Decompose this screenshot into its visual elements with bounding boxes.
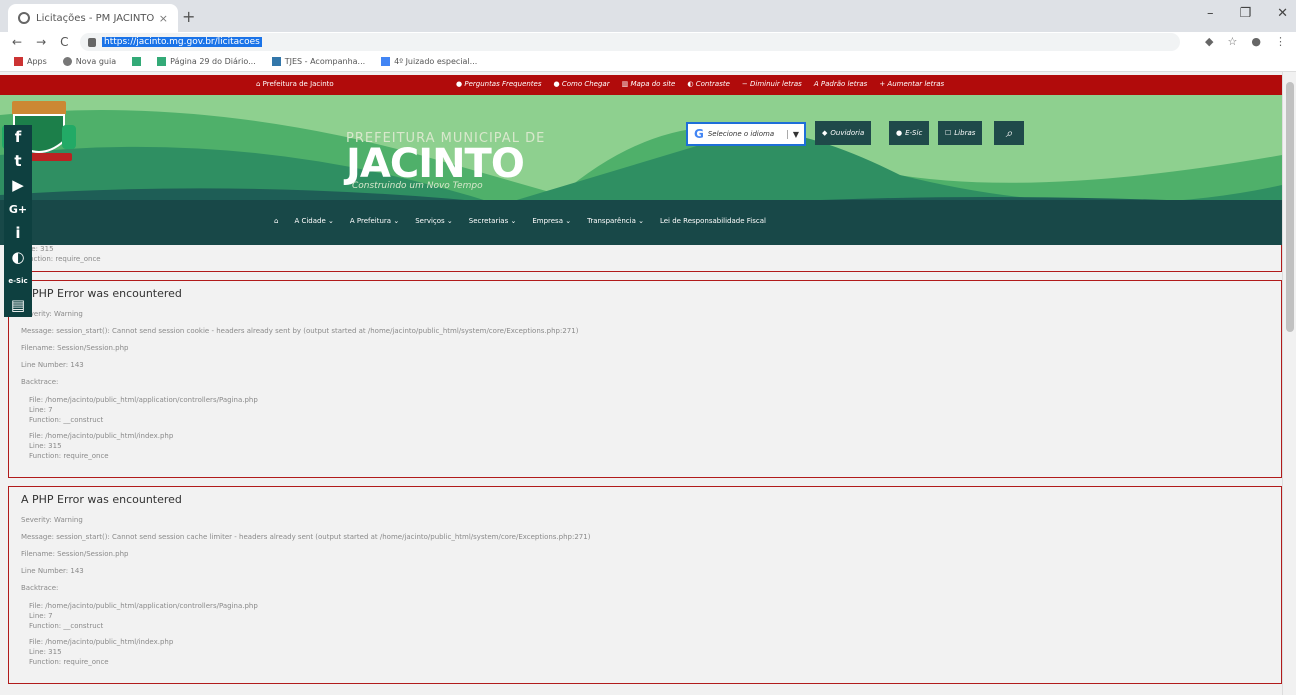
new-tab-button[interactable]: +: [182, 7, 195, 26]
site-slogan: Construindo um Novo Tempo: [352, 181, 483, 191]
backtrace-entry: File: /home/jacinto/public_html/index.ph…: [29, 638, 174, 666]
maximize-button[interactable]: ❐: [1239, 6, 1251, 21]
page-scrollbar[interactable]: [1282, 72, 1296, 695]
bookmark-nova-guia[interactable]: Nova guia: [62, 57, 116, 66]
error-line: Line Number: 143: [21, 567, 84, 575]
address-bar-row: ← → C https://jacinto.mg.gov.br/licitaco…: [0, 32, 1296, 52]
backtrace-entry: File: /home/jacinto/public_html/index.ph…: [29, 432, 174, 460]
menu-servicos[interactable]: Serviços ⌄: [415, 217, 453, 225]
error-backtrace-label: Backtrace:: [21, 378, 59, 386]
prefeitura-link[interactable]: ⌂ Prefeitura de Jacinto: [256, 80, 334, 88]
ouvidoria-icon[interactable]: ◐: [4, 245, 32, 269]
backtrace-entry: File: /home/jacinto/public_html/applicat…: [29, 396, 258, 424]
error-box-partial: Line: 315 Function: require_once: [8, 245, 1282, 272]
info-icon[interactable]: i: [4, 221, 32, 245]
browser-tab[interactable]: Licitações - PM JACINTO ×: [8, 4, 178, 32]
search-button[interactable]: ⌕: [994, 121, 1024, 145]
menu-empresa[interactable]: Empresa ⌄: [532, 217, 571, 225]
google-icon: [381, 57, 391, 66]
link-aumentar[interactable]: + Aumentar letras: [879, 80, 944, 88]
esic-button[interactable]: ● E-Sic: [889, 121, 930, 145]
menu-a-prefeitura[interactable]: A Prefeitura ⌄: [350, 217, 399, 225]
bookmark-icon: [157, 57, 167, 66]
url-text[interactable]: https://jacinto.mg.gov.br/licitacoes: [102, 37, 262, 47]
tab-title: Licitações - PM JACINTO: [36, 12, 155, 24]
error-message: Message: session_start(): Cannot send se…: [21, 533, 591, 541]
link-faq[interactable]: ● Perguntas Frequentes: [456, 80, 542, 88]
bookmark-diario[interactable]: Página 29 do Diário...: [157, 57, 256, 66]
apps-icon: [14, 57, 23, 66]
bookmark-apps[interactable]: Apps: [14, 57, 47, 66]
language-select[interactable]: G Selecione o idioma ▼: [686, 122, 806, 146]
trace-line: Line: 315: [21, 245, 54, 253]
bookmarks-bar: Apps Nova guia Página 29 do Diário... TJ…: [0, 52, 1296, 72]
omnibox[interactable]: https://jacinto.mg.gov.br/licitacoes: [80, 33, 1180, 51]
extension-icon[interactable]: ◆: [1205, 35, 1213, 48]
menu-dots-icon[interactable]: ⋮: [1275, 35, 1286, 48]
twitter-icon[interactable]: t: [4, 149, 32, 173]
tab-close-button[interactable]: ×: [159, 12, 168, 25]
globe-icon: [62, 57, 72, 66]
chevron-down-icon: ▼: [786, 129, 804, 139]
site-topbar: ⌂ Prefeitura de Jacinto ● Perguntas Freq…: [0, 75, 1282, 95]
link-diminuir[interactable]: − Diminuir letras: [742, 80, 802, 88]
facebook-icon[interactable]: f: [4, 125, 32, 149]
php-error-box: A PHP Error was encountered Severity: Wa…: [8, 280, 1282, 478]
lock-icon: [88, 37, 96, 47]
ouvidoria-button[interactable]: ◆ Ouvidoria: [815, 121, 872, 145]
megaphone-icon: ◆: [822, 129, 828, 137]
menu-a-cidade[interactable]: A Cidade ⌄: [294, 217, 333, 225]
scrollbar-thumb[interactable]: [1286, 82, 1294, 332]
info-icon: ●: [896, 129, 903, 137]
hand-icon: ☐: [945, 129, 952, 137]
globe-icon: [18, 12, 30, 24]
menu-transparencia[interactable]: Transparência ⌄: [587, 217, 644, 225]
error-severity: Severity: Warning: [21, 310, 83, 318]
menu-secretarias[interactable]: Secretarias ⌄: [469, 217, 517, 225]
bookmark-icon: [132, 57, 142, 66]
menu-lrf[interactable]: Lei de Responsabilidade Fiscal: [660, 217, 766, 225]
star-icon[interactable]: ☆: [1228, 35, 1238, 48]
bookmark-juizado[interactable]: 4º Juizado especial...: [381, 57, 477, 66]
php-error-box: A PHP Error was encountered Severity: Wa…: [8, 486, 1282, 684]
google-plus-icon[interactable]: G+: [4, 197, 32, 221]
trace-function: Function: require_once: [21, 255, 101, 263]
minimize-button[interactable]: –: [1207, 6, 1214, 21]
document-icon[interactable]: ▤: [4, 293, 32, 317]
error-message: Message: session_start(): Cannot send se…: [21, 327, 579, 335]
home-icon[interactable]: ⌂: [274, 217, 278, 225]
error-title: A PHP Error was encountered: [21, 287, 182, 300]
link-contraste[interactable]: ◐ Contraste: [687, 80, 730, 88]
search-icon: ⌕: [1005, 125, 1013, 140]
error-filename: Filename: Session/Session.php: [21, 550, 129, 558]
bookmark-icon: [271, 57, 281, 66]
error-title: A PHP Error was encountered: [21, 493, 182, 506]
social-sidebar: f t ▶ G+ i ◐ e-Sic ▤: [4, 125, 32, 317]
error-backtrace-label: Backtrace:: [21, 584, 59, 592]
libras-button[interactable]: ☐ Libras: [938, 121, 983, 145]
bookmark-icon-only[interactable]: [132, 57, 142, 66]
close-window-button[interactable]: ✕: [1277, 6, 1288, 21]
esic-icon[interactable]: e-Sic: [4, 269, 32, 293]
browser-tabstrip: Licitações - PM JACINTO × + – ❐ ✕: [0, 0, 1296, 32]
window-controls: – ❐ ✕: [1207, 6, 1288, 21]
google-icon: G: [694, 127, 704, 141]
link-como-chegar[interactable]: ● Como Chegar: [554, 80, 610, 88]
bookmark-tjes[interactable]: TJES - Acompanha...: [271, 57, 365, 66]
main-menu: ⌂ A Cidade ⌄ A Prefeitura ⌄ Serviços ⌄ S…: [0, 200, 1282, 245]
link-padrao[interactable]: A Padrão letras: [814, 80, 867, 88]
forward-arrow-icon[interactable]: →: [36, 35, 46, 49]
error-line: Line Number: 143: [21, 361, 84, 369]
reload-icon[interactable]: C: [60, 35, 68, 49]
backtrace-entry: File: /home/jacinto/public_html/applicat…: [29, 602, 258, 630]
youtube-icon[interactable]: ▶: [4, 173, 32, 197]
profile-icon[interactable]: ●: [1251, 35, 1261, 48]
back-arrow-icon[interactable]: ←: [12, 35, 22, 49]
error-severity: Severity: Warning: [21, 516, 83, 524]
link-mapa-site[interactable]: ▥ Mapa do site: [622, 80, 676, 88]
error-filename: Filename: Session/Session.php: [21, 344, 129, 352]
